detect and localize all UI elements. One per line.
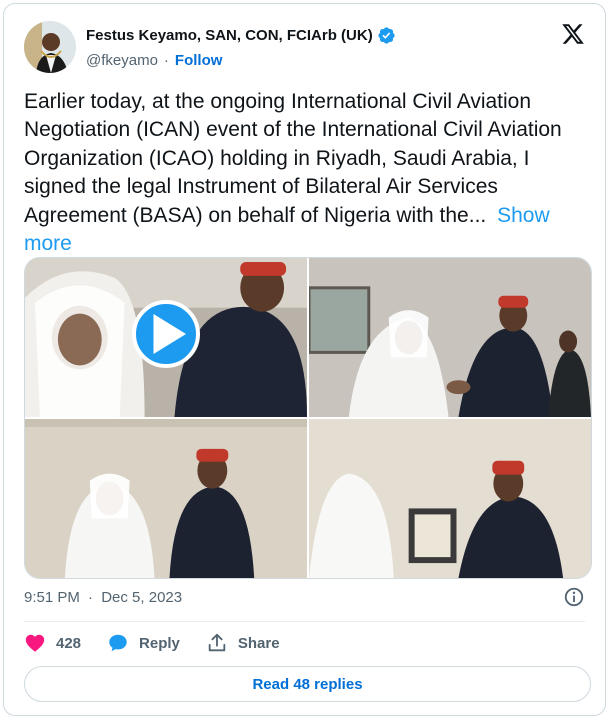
meta-separator: · [88, 589, 94, 606]
share-icon [208, 633, 226, 652]
like-count: 428 [56, 634, 82, 652]
play-icon [153, 314, 186, 354]
heart-icon [25, 634, 45, 652]
author-name[interactable]: Festus Keyamo, SAN, CON, FCIArb (UK) [86, 27, 373, 44]
avatar-image [24, 21, 76, 73]
action-bar: 428 Reply Share [24, 632, 306, 654]
separator-dot: · [163, 52, 169, 69]
media-photo-1-video[interactable] [25, 258, 307, 417]
like-button[interactable]: 428 [24, 632, 81, 654]
play-button[interactable] [132, 300, 200, 368]
share-label: Share [237, 634, 280, 652]
photo-plaque-exchange [309, 419, 591, 578]
avatar[interactable] [24, 21, 76, 73]
follow-button[interactable]: Follow [175, 52, 223, 69]
photo-handshake [309, 258, 591, 417]
read-replies-button[interactable]: Read 48 replies [24, 666, 591, 702]
media-photo-2[interactable] [309, 258, 591, 417]
reply-label: Reply [139, 634, 180, 652]
author-handle[interactable]: @fkeyamo [86, 52, 158, 69]
reply-bubble-icon [109, 634, 127, 652]
tweet-text: Earlier today, at the ongoing Internatio… [24, 90, 562, 227]
media-grid [24, 257, 592, 579]
divider [24, 621, 585, 622]
tweet-text-block: Earlier today, at the ongoing Internatio… [24, 88, 589, 258]
verified-badge-icon [378, 27, 395, 44]
tweet-timestamp[interactable]: 9:51 PM · Dec 5, 2023 [24, 589, 182, 606]
photo-standing-pair [25, 419, 307, 578]
tweet-card: Festus Keyamo, SAN, CON, FCIArb (UK) @fk… [3, 3, 606, 716]
author-name-row[interactable]: Festus Keyamo, SAN, CON, FCIArb (UK) [86, 26, 396, 45]
media-photo-4[interactable] [309, 419, 591, 578]
tweet-meta: 9:51 PM · Dec 5, 2023 [24, 586, 585, 608]
x-logo-icon[interactable] [561, 22, 585, 46]
info-icon[interactable] [563, 586, 585, 608]
reply-button[interactable]: Reply [107, 632, 180, 654]
handle-row: @fkeyamo · Follow [86, 52, 222, 69]
tweet-date: Dec 5, 2023 [101, 589, 183, 606]
media-photo-3[interactable] [25, 419, 307, 578]
tweet-time: 9:51 PM [24, 589, 80, 606]
share-button[interactable]: Share [206, 632, 280, 654]
